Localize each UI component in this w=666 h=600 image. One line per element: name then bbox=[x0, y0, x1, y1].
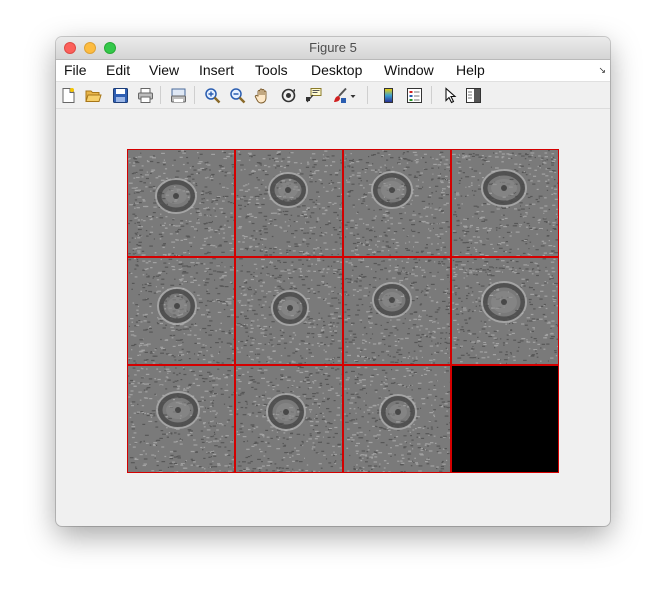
open-file-icon[interactable] bbox=[85, 87, 102, 104]
rotate-3d-icon[interactable] bbox=[280, 87, 297, 104]
brush-dropdown-icon[interactable] bbox=[349, 87, 357, 104]
montage-tile bbox=[127, 365, 235, 473]
menu-insert[interactable]: Insert bbox=[199, 60, 234, 81]
montage-tile bbox=[127, 149, 235, 257]
montage-tile bbox=[343, 149, 451, 257]
property-inspector-icon[interactable] bbox=[465, 87, 482, 104]
menu-tools[interactable]: Tools bbox=[255, 60, 288, 81]
zoom-out-icon[interactable] bbox=[229, 87, 246, 104]
montage-tile-empty bbox=[451, 365, 559, 473]
montage-tile bbox=[235, 149, 343, 257]
legend-icon[interactable] bbox=[406, 87, 423, 104]
menu-bar: File Edit View Insert Tools Desktop Wind… bbox=[56, 60, 610, 82]
montage-tile bbox=[235, 365, 343, 473]
toolbar-separator bbox=[160, 86, 161, 104]
data-cursor-icon[interactable] bbox=[305, 87, 322, 104]
montage-tile bbox=[343, 257, 451, 365]
title-bar[interactable]: Figure 5 bbox=[56, 37, 610, 60]
window-title: Figure 5 bbox=[309, 40, 357, 55]
new-figure-icon[interactable] bbox=[60, 87, 77, 104]
toolbar-separator bbox=[367, 86, 368, 104]
figure-window: Figure 5 File Edit View Insert Tools Des… bbox=[56, 37, 610, 526]
save-icon[interactable] bbox=[112, 87, 129, 104]
menu-view[interactable]: View bbox=[149, 60, 179, 81]
print-preview-icon[interactable] bbox=[170, 87, 187, 104]
pan-hand-icon[interactable] bbox=[254, 87, 271, 104]
menu-window[interactable]: Window bbox=[384, 60, 434, 81]
montage-tile bbox=[127, 257, 235, 365]
montage-tile bbox=[451, 257, 559, 365]
figure-toolbar bbox=[56, 82, 610, 109]
menu-help[interactable]: Help bbox=[456, 60, 485, 81]
menu-desktop[interactable]: Desktop bbox=[311, 60, 362, 81]
toolbar-separator bbox=[431, 86, 432, 104]
menu-file[interactable]: File bbox=[64, 60, 87, 81]
montage-tile bbox=[451, 149, 559, 257]
print-icon[interactable] bbox=[137, 87, 154, 104]
brush-icon[interactable] bbox=[331, 87, 348, 104]
menu-edit[interactable]: Edit bbox=[106, 60, 130, 81]
montage-tile bbox=[235, 257, 343, 365]
toolbar-separator bbox=[194, 86, 195, 104]
colorbar-icon[interactable] bbox=[380, 87, 397, 104]
menu-dock-arrow-icon[interactable]: ↘ bbox=[598, 65, 606, 76]
image-montage[interactable] bbox=[127, 149, 559, 473]
edit-plot-arrow-icon[interactable] bbox=[442, 87, 459, 104]
montage-tile bbox=[343, 365, 451, 473]
zoom-in-icon[interactable] bbox=[204, 87, 221, 104]
